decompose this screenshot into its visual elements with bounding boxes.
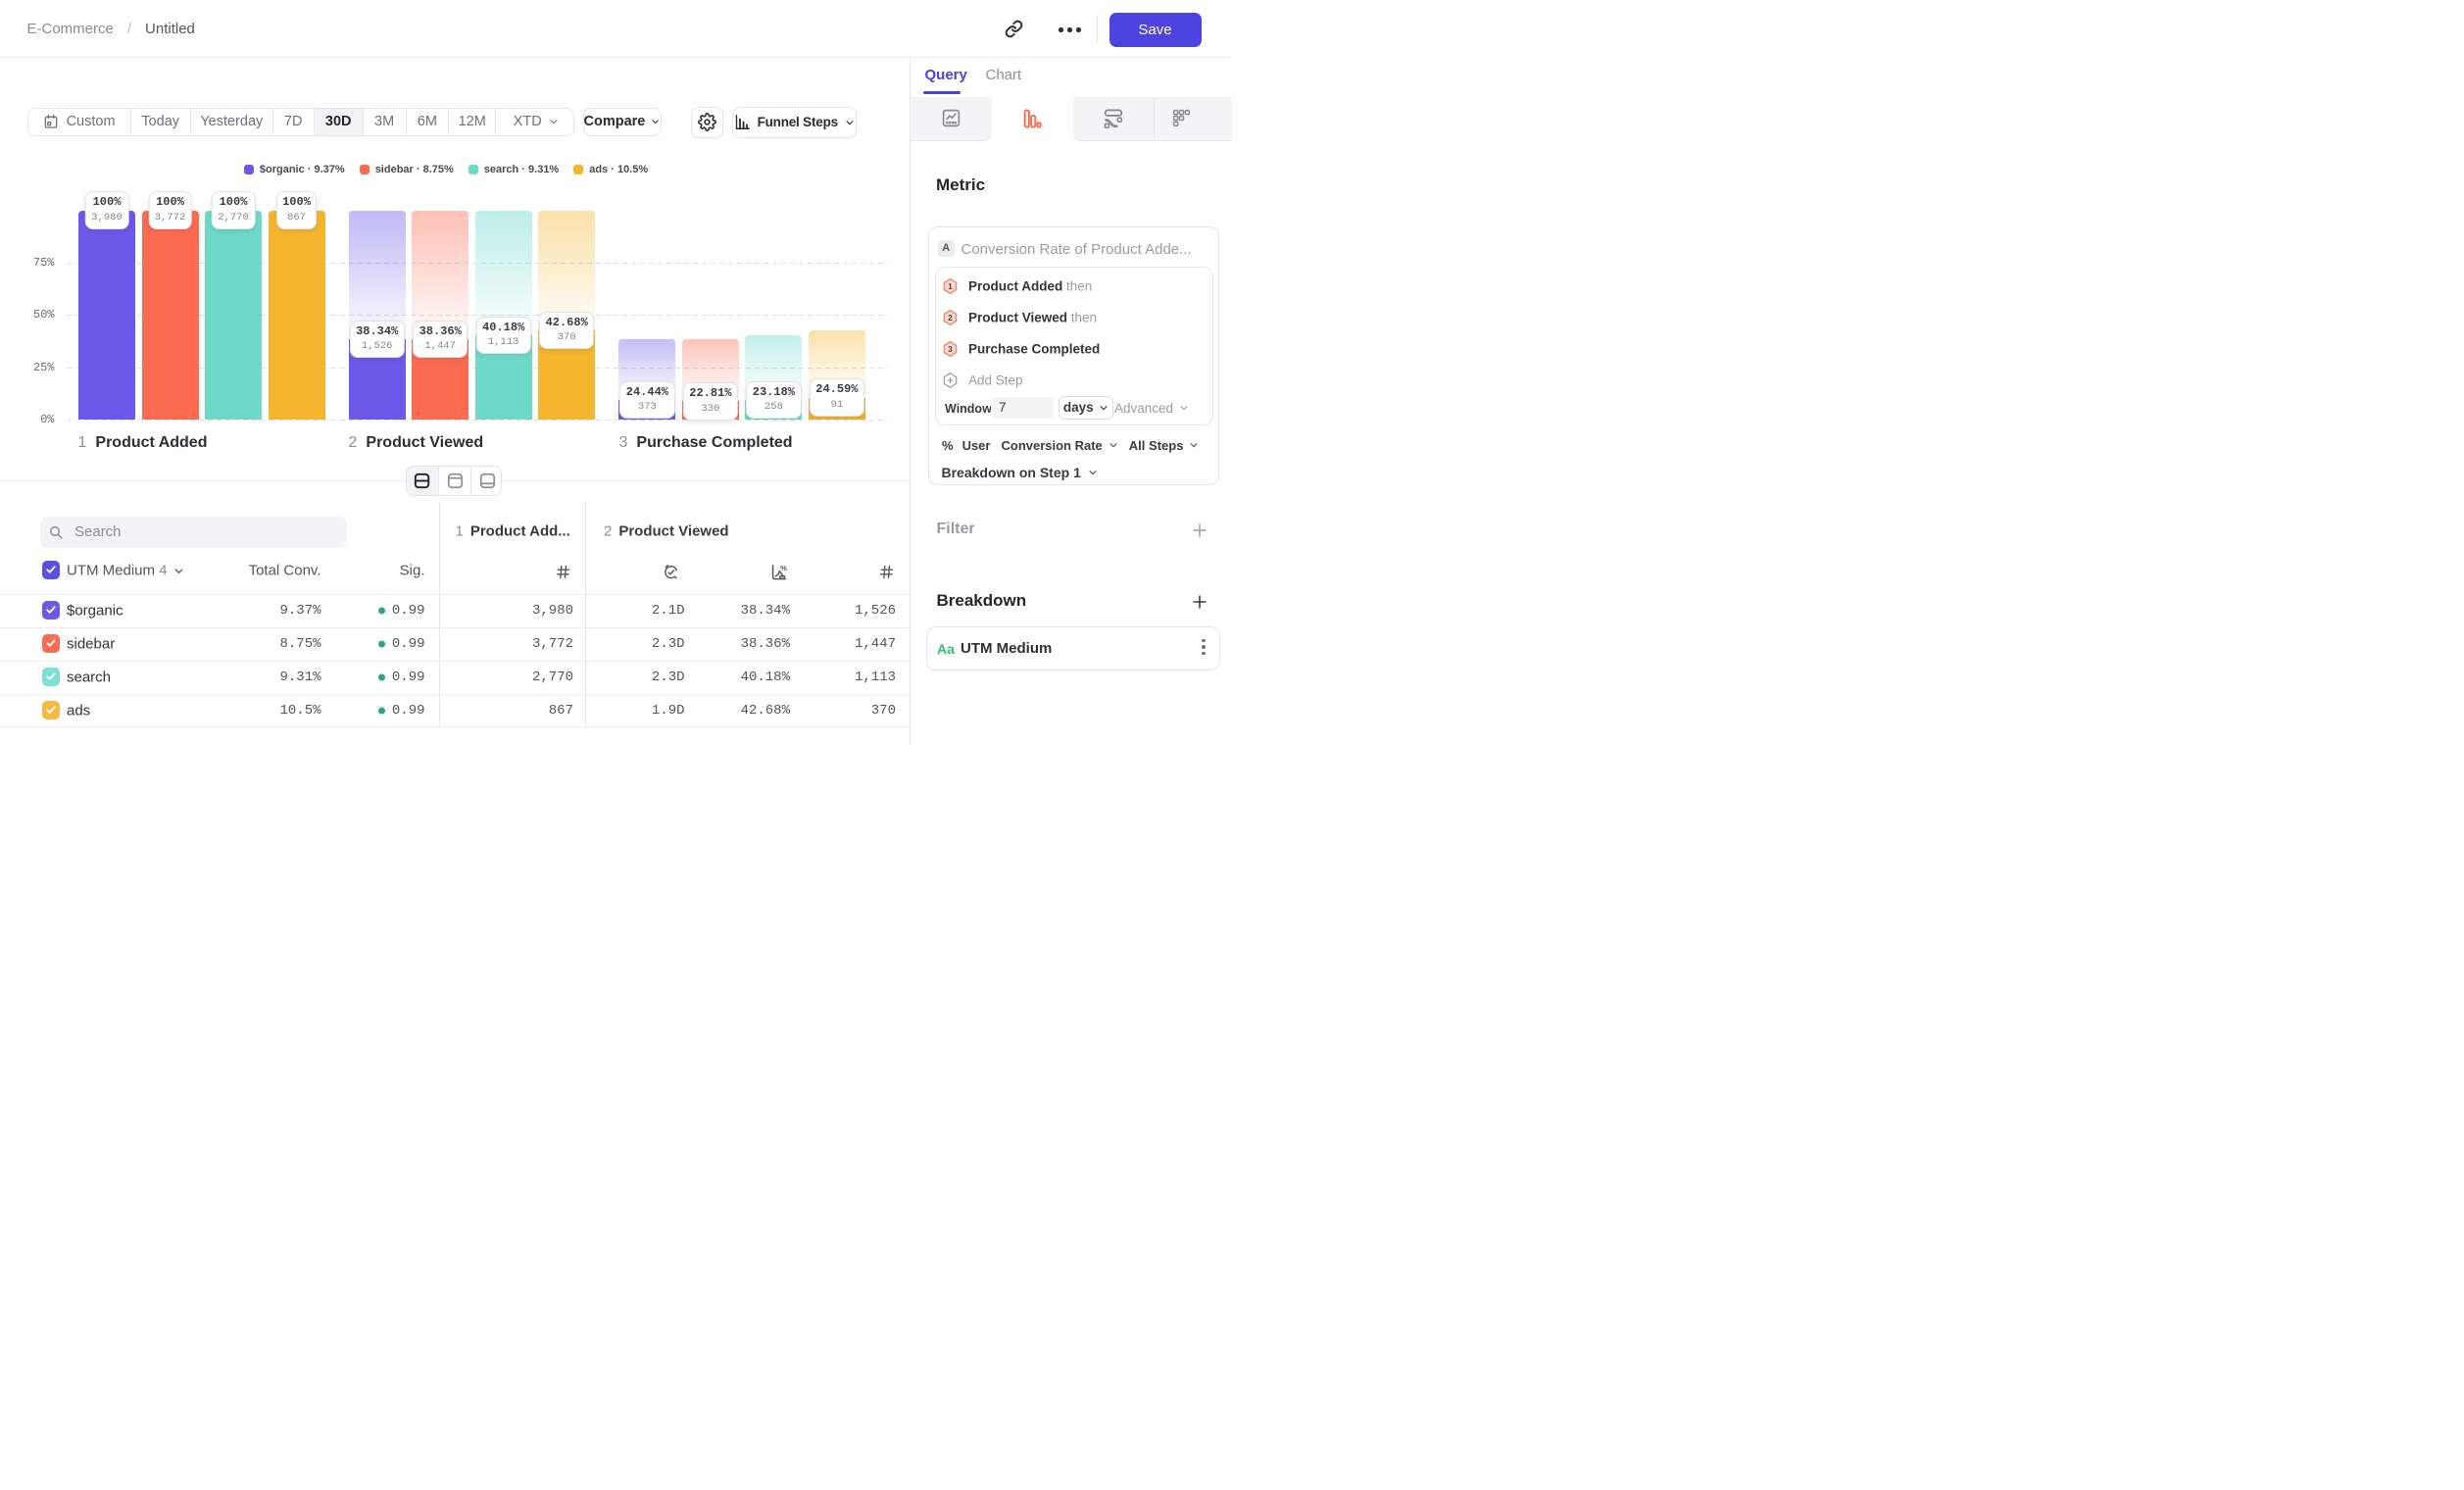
svg-text:2: 2 xyxy=(948,313,953,322)
svg-text:%: % xyxy=(780,564,787,572)
svg-text:3: 3 xyxy=(948,344,953,353)
svg-text:1: 1 xyxy=(948,281,953,290)
